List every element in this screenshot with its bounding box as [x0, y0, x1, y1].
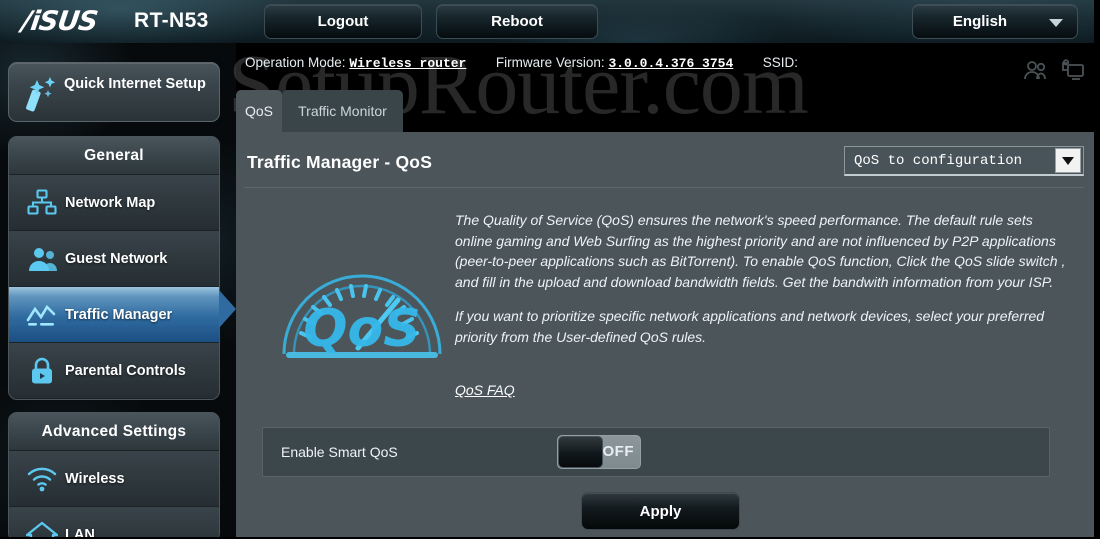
firmware-value[interactable]: 3.0.0.4.376_3754	[608, 56, 733, 71]
traffic-manager-icon	[19, 302, 65, 328]
qos-description-paragraph-1: The Quality of Service (QoS) ensures the…	[455, 212, 1066, 290]
chevron-down-icon	[1049, 19, 1063, 27]
operation-mode-label: Operation Mode:	[245, 55, 346, 70]
router-admin-page: /iSUS RT-N53 Logout Reboot English Quick…	[0, 0, 1100, 539]
sidebar-group-advanced: Advanced Settings Wireless LAN	[8, 412, 220, 539]
sidebar-item-traffic-manager[interactable]: Traffic Manager	[9, 287, 219, 343]
sidebar-item-parental-controls-label: Parental Controls	[65, 362, 186, 379]
enable-smart-qos-label: Enable Smart QoS	[281, 444, 398, 460]
status-line: Operation Mode: Wireless router Firmware…	[245, 55, 798, 71]
select-dropdown-button[interactable]	[1055, 148, 1081, 173]
sidebar-item-wireless-label: Wireless	[65, 470, 125, 487]
asus-logo: /iSUS	[19, 6, 100, 37]
sidebar-group-general-title: General	[9, 137, 219, 175]
sidebar-group-general: General Network Map Guest Network Traffi…	[8, 136, 220, 400]
qos-configuration-select[interactable]: QoS to configuration	[844, 146, 1084, 176]
sidebar-item-wireless[interactable]: Wireless	[9, 451, 219, 507]
title-divider	[244, 187, 1084, 188]
toggle-knob	[558, 436, 603, 468]
sidebar-item-traffic-manager-label: Traffic Manager	[65, 306, 173, 323]
qos-description: The Quality of Service (QoS) ensures the…	[455, 210, 1069, 347]
content-panel: Traffic Manager - QoS QoS to configurati…	[236, 132, 1094, 537]
sidebar-item-guest-network[interactable]: Guest Network	[9, 231, 219, 287]
router-model-name: RT-N53	[134, 9, 209, 32]
chevron-down-icon	[1062, 156, 1074, 165]
logout-button[interactable]: Logout	[264, 4, 422, 39]
enable-smart-qos-toggle[interactable]: OFF	[557, 435, 641, 469]
operation-mode-value[interactable]: Wireless router	[349, 56, 466, 71]
qos-speedometer-logo: QoS	[282, 274, 442, 359]
firmware-label: Firmware Version:	[495, 55, 605, 70]
toggle-state-label: OFF	[602, 443, 634, 460]
qos-description-paragraph-2: If you want to prioritize specific netwo…	[455, 308, 1045, 345]
wireless-icon	[19, 466, 65, 492]
tab-traffic-monitor[interactable]: Traffic Monitor	[282, 90, 403, 132]
network-map-icon	[19, 188, 65, 217]
language-selector-label: English	[952, 13, 1008, 30]
quick-internet-setup-label: Quick Internet Setup	[64, 76, 206, 92]
sidebar-item-network-map[interactable]: Network Map	[9, 175, 219, 231]
svg-text:QoS: QoS	[303, 299, 420, 359]
tab-qos[interactable]: QoS	[236, 90, 282, 132]
top-header-bar: /iSUS RT-N53 Logout Reboot English	[0, 0, 1100, 43]
reboot-button[interactable]: Reboot	[436, 4, 598, 39]
sidebar-item-guest-network-label: Guest Network	[65, 250, 168, 267]
page-title: Traffic Manager - QoS	[247, 152, 433, 172]
status-info-strip: Operation Mode: Wireless router Firmware…	[236, 44, 1100, 90]
clients-users-icon[interactable]	[1022, 59, 1050, 81]
page-right-border	[1094, 0, 1100, 539]
sidebar-item-lan[interactable]: LAN	[9, 507, 219, 539]
language-selector[interactable]: English	[912, 4, 1078, 39]
qos-faq-link[interactable]: QoS FAQ	[455, 382, 515, 398]
enable-smart-qos-row: Enable Smart QoS OFF	[262, 427, 1050, 477]
guest-network-icon	[19, 245, 65, 273]
sidebar-item-network-map-label: Network Map	[65, 194, 156, 211]
sidebar-item-parental-controls[interactable]: Parental Controls	[9, 343, 219, 399]
quick-internet-setup-button[interactable]: Quick Internet Setup	[8, 62, 220, 122]
parental-controls-icon	[19, 356, 65, 386]
active-item-pointer	[219, 290, 236, 328]
network-devices-icon[interactable]	[1058, 59, 1086, 81]
qos-configuration-select-value: QoS to configuration	[854, 153, 1023, 169]
apply-button[interactable]: Apply	[581, 492, 740, 530]
sidebar-group-advanced-title: Advanced Settings	[9, 413, 219, 451]
magic-wand-icon	[26, 77, 56, 112]
ssid-label: SSID:	[762, 55, 799, 70]
